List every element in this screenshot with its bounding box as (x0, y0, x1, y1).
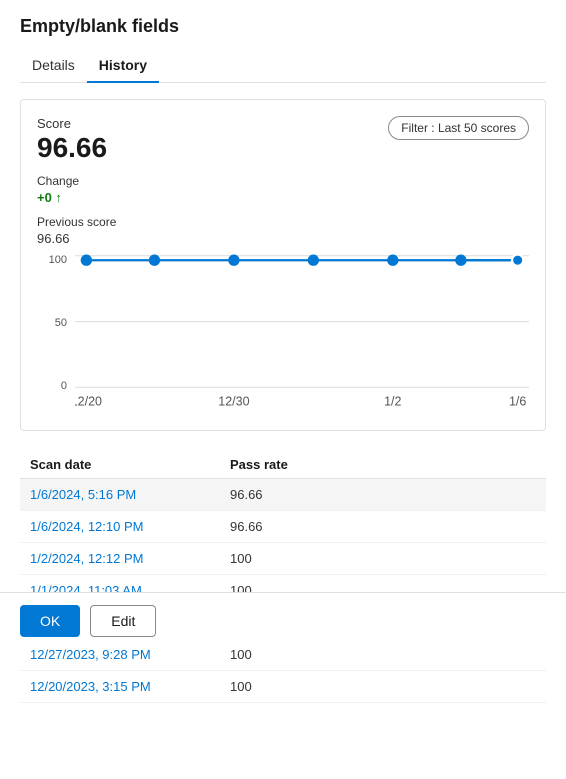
score-block: Score 96.66 Change +0 ↑ Previous score 9… (37, 116, 116, 246)
change-label: Change (37, 174, 116, 188)
edit-button[interactable]: Edit (90, 605, 156, 637)
table-row: 1/6/2024, 5:16 PM96.66 (20, 479, 546, 511)
col-header-date: Scan date (30, 457, 230, 472)
col-header-pass: Pass rate (230, 457, 546, 472)
pass-rate-cell: 100 (230, 647, 546, 662)
scan-table: Scan date Pass rate 1/6/2024, 5:16 PM96.… (20, 451, 546, 703)
chart-right: 12/20 12/30 1/2 1/6 (75, 254, 529, 414)
scan-date-cell[interactable]: 1/6/2024, 12:10 PM (30, 519, 230, 534)
page-title: Empty/blank fields (20, 16, 546, 37)
svg-text:12/30: 12/30 (218, 394, 249, 408)
y-label-0: 0 (37, 380, 67, 392)
prev-score-value: 96.66 (37, 231, 116, 246)
svg-text:1/2: 1/2 (384, 394, 401, 408)
tab-bar: Details History (20, 49, 546, 83)
pass-rate-cell: 96.66 (230, 519, 546, 534)
ok-button[interactable]: OK (20, 605, 80, 637)
scan-date-cell[interactable]: 1/6/2024, 5:16 PM (30, 487, 230, 502)
chart-card: Score 96.66 Change +0 ↑ Previous score 9… (20, 99, 546, 431)
svg-text:12/20: 12/20 (75, 394, 102, 408)
pass-rate-cell: 100 (230, 551, 546, 566)
change-value: +0 ↑ (37, 190, 116, 205)
chart-y-labels: 100 50 0 (37, 254, 67, 414)
scan-date-cell[interactable]: 12/27/2023, 9:28 PM (30, 647, 230, 662)
table-row: 1/2/2024, 12:12 PM100 (20, 543, 546, 575)
table-header: Scan date Pass rate (20, 451, 546, 479)
table-row: 12/20/2023, 3:15 PM100 (20, 671, 546, 703)
tab-details[interactable]: Details (20, 49, 87, 83)
tab-history[interactable]: History (87, 49, 159, 83)
pass-rate-cell: 100 (230, 679, 546, 694)
scan-date-cell[interactable]: 12/20/2023, 3:15 PM (30, 679, 230, 694)
scan-date-cell[interactable]: 1/2/2024, 12:12 PM (30, 551, 230, 566)
score-value: 96.66 (37, 133, 116, 164)
filter-button[interactable]: Filter : Last 50 scores (388, 116, 529, 140)
y-label-100: 100 (37, 254, 67, 266)
chart-container: 100 50 0 (37, 254, 529, 414)
y-label-50: 50 (37, 317, 67, 329)
footer-bar: OK Edit (0, 592, 566, 649)
chart-svg: 12/20 12/30 1/2 1/6 (75, 254, 529, 414)
score-label: Score (37, 116, 116, 131)
table-row: 1/6/2024, 12:10 PM96.66 (20, 511, 546, 543)
pass-rate-cell: 96.66 (230, 487, 546, 502)
prev-score-label: Previous score (37, 215, 116, 229)
table-body: 1/6/2024, 5:16 PM96.661/6/2024, 12:10 PM… (20, 479, 546, 703)
svg-text:1/6: 1/6 (509, 394, 526, 408)
chart-header: Score 96.66 Change +0 ↑ Previous score 9… (37, 116, 529, 246)
